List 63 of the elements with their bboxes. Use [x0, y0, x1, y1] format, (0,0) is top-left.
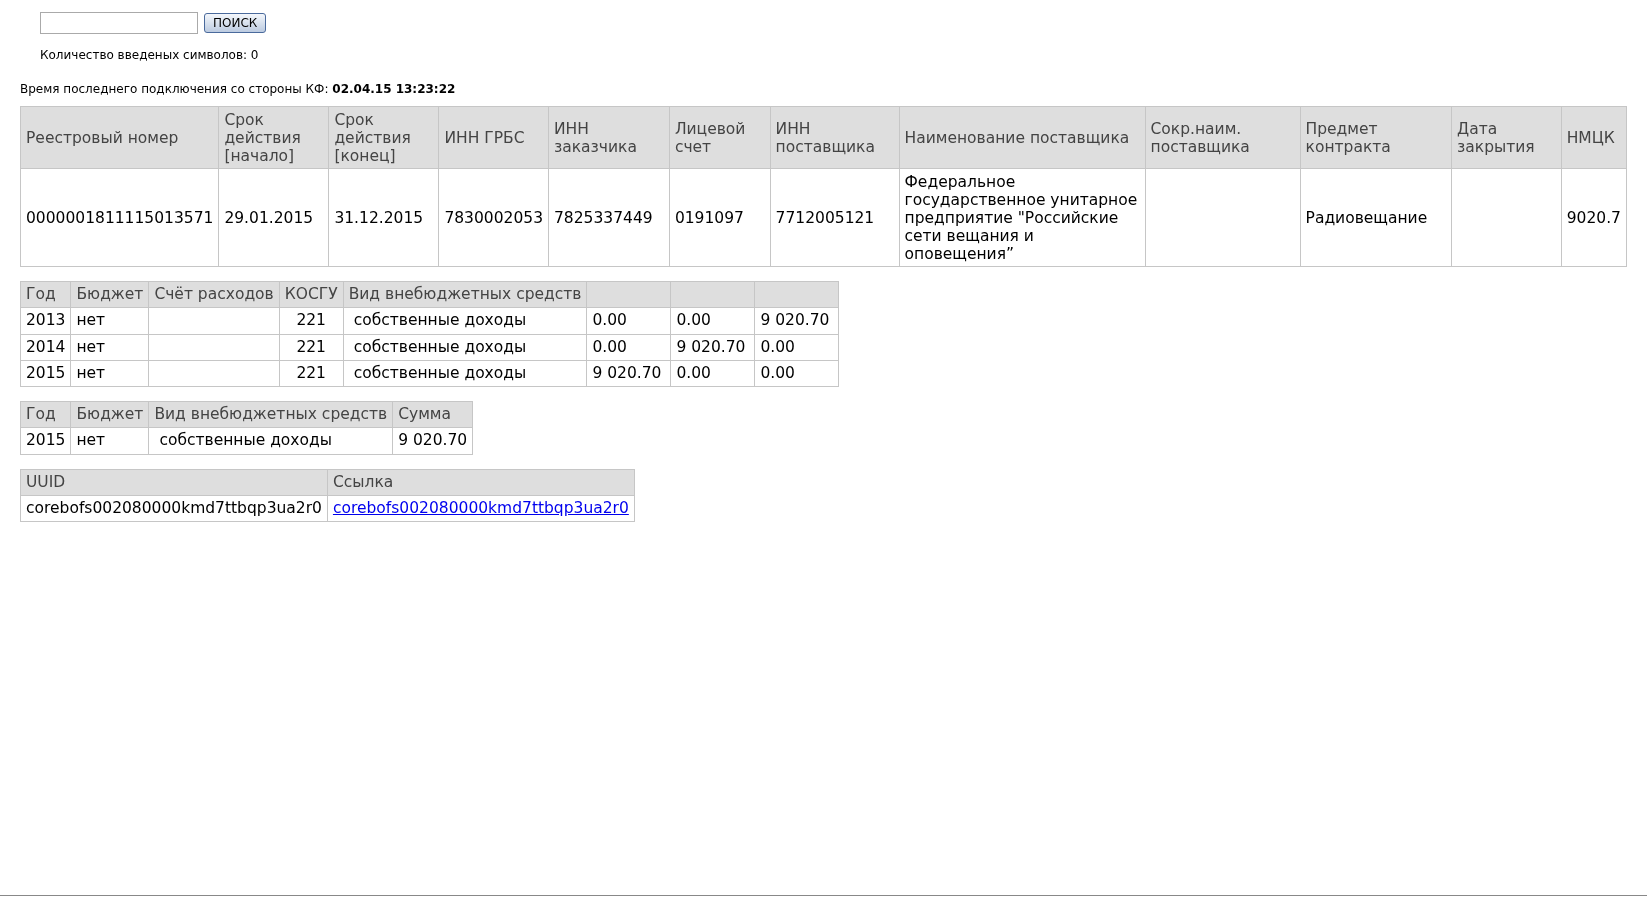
table-cell: 221: [279, 307, 344, 334]
table-cell: corebofs002080000kmd7ttbqp3ua2r0: [20, 495, 328, 522]
column-header: ИНН поставщика: [770, 106, 900, 169]
table-cell: 2014: [20, 334, 71, 361]
table-cell: 0.00: [586, 334, 671, 361]
table-cell: 0.00: [670, 360, 755, 387]
column-header: Срок действия [начало]: [218, 106, 329, 169]
table-cell: 0.00: [754, 360, 839, 387]
column-header: Год: [20, 281, 71, 308]
column-header: Год: [20, 401, 71, 428]
column-header: Бюджет: [70, 281, 149, 308]
table-cell: 9 020.70: [586, 360, 671, 387]
table-cell: нет: [70, 334, 149, 361]
table-cell: нет: [70, 307, 149, 334]
table-cell: 0.00: [586, 307, 671, 334]
column-header: Счёт расходов: [148, 281, 280, 308]
table-cell: 9 020.70: [754, 307, 839, 334]
table-cell: собственные доходы: [343, 334, 587, 361]
table-cell: собственные доходы: [343, 307, 587, 334]
table-cell: 2015: [20, 360, 71, 387]
table-cell: нет: [70, 427, 149, 454]
table-cell: 0191097: [669, 168, 771, 267]
column-header: Дата закрытия: [1451, 106, 1562, 169]
table-cell: 2013: [20, 307, 71, 334]
column-header: Наименование поставщика: [899, 106, 1146, 169]
table-cell: 221: [279, 360, 344, 387]
table-cell: собственные доходы: [343, 360, 587, 387]
table-cell: 0.00: [754, 334, 839, 361]
table-cell: 29.01.2015: [218, 168, 329, 267]
character-count: Количество введеных символов: 0: [39, 47, 260, 64]
table-cell: 221: [279, 334, 344, 361]
table-cell: нет: [70, 360, 149, 387]
column-header: ИНН заказчика: [548, 106, 670, 169]
column-header: Вид внебюджетных средств: [148, 401, 393, 428]
search-button[interactable]: ПОИСК: [204, 13, 267, 33]
column-header: Бюджет: [70, 401, 149, 428]
column-header: ИНН ГРБС: [438, 106, 549, 169]
table-cell: Радиовещание: [1300, 168, 1452, 267]
search-field[interactable]: [40, 12, 198, 34]
column-header: Срок действия [конец]: [328, 106, 439, 169]
table-cell: 2015: [20, 427, 71, 454]
table-cell: 0.00: [670, 307, 755, 334]
table-cell: 0000001811115013571: [20, 168, 219, 267]
table-cell: 7830002053: [438, 168, 549, 267]
table-cell: Федеральное государственное унитарное предприятие "Российские сети вещания и оповещения”: [899, 168, 1146, 267]
column-header: Ссылка: [327, 469, 635, 496]
column-header: Реестровый номер: [20, 106, 219, 169]
table-cell: 31.12.2015: [328, 168, 439, 267]
table-cell: 7712005121: [770, 168, 900, 267]
column-header: Сумма: [392, 401, 473, 428]
column-header: UUID: [20, 469, 328, 496]
column-header: Предмет контракта: [1300, 106, 1452, 169]
table-cell: 9 020.70: [670, 334, 755, 361]
column-header: КОСГУ: [279, 281, 344, 308]
column-header: Вид внебюджетных средств: [343, 281, 587, 308]
column-header: Сокр.наим. поставщика: [1145, 106, 1301, 169]
table-cell: 9 020.70: [392, 427, 473, 454]
column-header: НМЦК: [1561, 106, 1627, 169]
table-cell: 9020.7: [1561, 168, 1627, 267]
last-connection-time: Время последнего подключения со стороны КФ: 02.04.15 13:23:22: [20, 81, 457, 98]
table-cell: 7825337449: [548, 168, 670, 267]
table-cell: собственные доходы: [148, 427, 393, 454]
column-header: Лицевой счет: [669, 106, 771, 169]
